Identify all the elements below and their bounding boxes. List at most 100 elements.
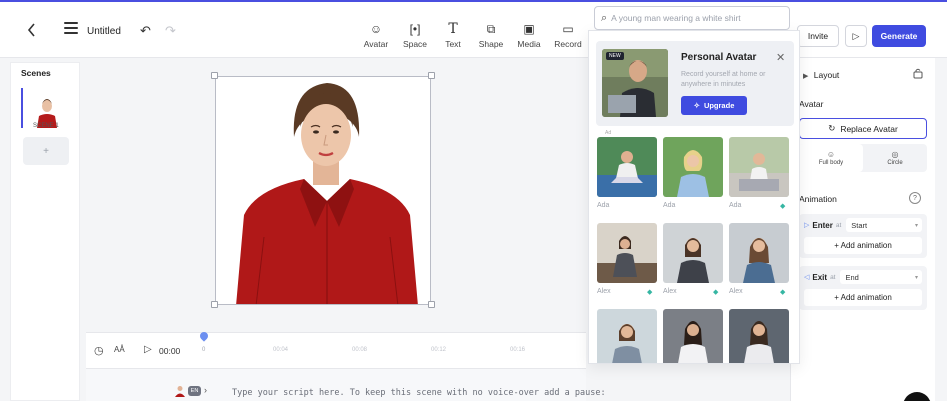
add-exit-animation-button[interactable]: + Add animation [804, 289, 922, 306]
tool-record-button[interactable]: ▭ Record [548, 21, 588, 53]
space-icon: [•] [409, 22, 421, 36]
refresh-icon: ↻ [828, 123, 836, 133]
tool-text-button[interactable]: T Text [433, 21, 473, 53]
top-toolbar: Untitled ↶ ↷ ☺ Avatar [•] Space T Text ⧉… [0, 2, 947, 58]
timeline-play-icon[interactable]: ▷ [144, 344, 152, 355]
avatar-icon: ☺ [369, 22, 383, 36]
cut-off-label: Ad [605, 130, 612, 136]
avatar-tile[interactable] [663, 137, 723, 197]
person-icon: ☺ [826, 150, 836, 159]
language-badge[interactable]: EN [188, 386, 201, 396]
avatar-tile[interactable] [663, 309, 723, 363]
timeline: ◷ AÅ ▷ 00:00 0 00:04 00:08 00:12 00:16 [86, 330, 586, 368]
at-label: at [835, 221, 842, 229]
scene-avatar-thumbnail [37, 99, 57, 128]
tool-avatar-button[interactable]: ☺ Avatar [356, 21, 396, 53]
avatar-name: Ada [663, 202, 676, 209]
at-label: at [830, 273, 836, 281]
avatar-search-input[interactable]: ⌕ A young man wearing a white shirt [594, 6, 790, 30]
tool-label: Space [402, 39, 428, 49]
clock-icon[interactable]: ◷ [94, 344, 104, 357]
media-icon: ▣ [523, 22, 535, 36]
layout-label: Layout [813, 70, 840, 80]
avatar-preview [216, 77, 430, 304]
avatar-tile[interactable] [729, 223, 789, 283]
replace-avatar-label: Replace Avatar [840, 123, 898, 134]
avatar-tile[interactable] [597, 137, 657, 197]
premium-diamond-icon: ◆ [647, 289, 653, 296]
personal-avatar-photo: NEW [602, 49, 668, 117]
avatar-name: Alex [597, 288, 611, 295]
add-scene-button[interactable]: + [23, 137, 69, 165]
avatar-tile[interactable] [663, 223, 723, 283]
chevron-left-icon [27, 23, 35, 37]
timeline-start: 0 [202, 347, 206, 353]
replace-avatar-button[interactable]: ↻ Replace Avatar [799, 118, 927, 139]
avatar-tile[interactable] [597, 223, 657, 283]
exit-animation-box: ◁ Exit at End ▾ + Add animation [799, 266, 927, 310]
tool-label: Text [445, 39, 461, 49]
invite-button[interactable]: Invite [797, 25, 839, 47]
document-title[interactable]: Untitled [87, 26, 121, 37]
chevron-right-icon[interactable]: › [204, 385, 207, 395]
enter-icon: ▷ [804, 222, 810, 229]
avatar-section-label: Avatar [799, 99, 824, 109]
personal-avatar-card: NEW Personal Avatar ✕ Record yourself at… [596, 41, 794, 136]
layout-section-toggle[interactable]: ▶ Layout [803, 70, 839, 80]
video-canvas[interactable] [215, 76, 431, 305]
tool-shape-button[interactable]: ⧉ Shape [471, 21, 511, 53]
lock-icon[interactable] [913, 67, 923, 79]
avatar-name: Alex [663, 288, 677, 295]
script-input[interactable]: Type your script here. To keep this scen… [232, 388, 606, 398]
script-avatar-icon[interactable] [175, 385, 185, 397]
new-badge: NEW [606, 52, 624, 60]
back-button[interactable] [22, 20, 40, 40]
premium-diamond-icon: ◆ [780, 289, 786, 296]
pronunciation-button[interactable]: AÅ [114, 345, 125, 354]
resize-handle[interactable] [428, 72, 435, 79]
avatar-tile[interactable] [729, 309, 789, 363]
redo-icon[interactable]: ↷ [165, 23, 176, 39]
circle-option[interactable]: ◎ Circle [863, 144, 927, 172]
help-icon[interactable]: ? [909, 192, 921, 204]
avatar-tile[interactable] [597, 309, 657, 363]
exit-label: Exit [812, 272, 828, 282]
record-icon: ▭ [562, 22, 574, 36]
upgrade-label: Upgrade [703, 101, 735, 110]
enter-animation-box: ▷ Enter at Start ▾ + Add animation [799, 214, 927, 258]
exit-timing-select[interactable]: End ▾ [840, 270, 922, 284]
animation-section-label: Animation [799, 194, 837, 204]
scene-label: SCENE 1 [33, 123, 59, 129]
tool-label: Record [554, 39, 582, 49]
premium-diamond-icon: ◆ [780, 203, 786, 210]
full-body-option[interactable]: ☺ Full body [799, 144, 863, 172]
playhead-marker[interactable] [198, 330, 210, 342]
resize-handle[interactable] [428, 301, 435, 308]
option-label: Circle [887, 160, 903, 166]
upgrade-button[interactable]: ✧ Upgrade [681, 96, 747, 115]
enter-timing-select[interactable]: Start ▾ [846, 218, 922, 232]
avatar-tile[interactable] [729, 137, 789, 197]
script-bar: EN › Type your script here. To keep this… [86, 368, 606, 401]
resize-handle[interactable] [211, 72, 218, 79]
enter-label: Enter [812, 220, 833, 230]
timeline-tick: 00:16 [510, 347, 526, 353]
add-enter-animation-button[interactable]: + Add animation [804, 237, 922, 254]
tool-label: Media [517, 39, 541, 49]
timeline-tick: 00:04 [273, 347, 289, 353]
tool-media-button[interactable]: ▣ Media [509, 21, 549, 53]
timeline-time: 00:00 [159, 346, 181, 356]
preview-play-button[interactable]: ▷ [845, 25, 867, 47]
menu-icon[interactable] [64, 22, 78, 36]
undo-icon[interactable]: ↶ [140, 23, 151, 39]
personal-avatar-description: Record yourself at home or anywhere in m… [681, 71, 766, 88]
tool-space-button[interactable]: [•] Space [395, 21, 435, 53]
sparkle-icon: ✧ [693, 101, 700, 110]
close-icon[interactable]: ✕ [776, 51, 785, 64]
generate-button[interactable]: Generate [872, 25, 926, 47]
resize-handle[interactable] [211, 301, 218, 308]
scene-thumbnail[interactable] [21, 88, 71, 128]
chevron-down-icon: ▾ [914, 274, 918, 281]
tool-label: Avatar [363, 39, 389, 49]
shape-icon: ⧉ [486, 22, 496, 36]
